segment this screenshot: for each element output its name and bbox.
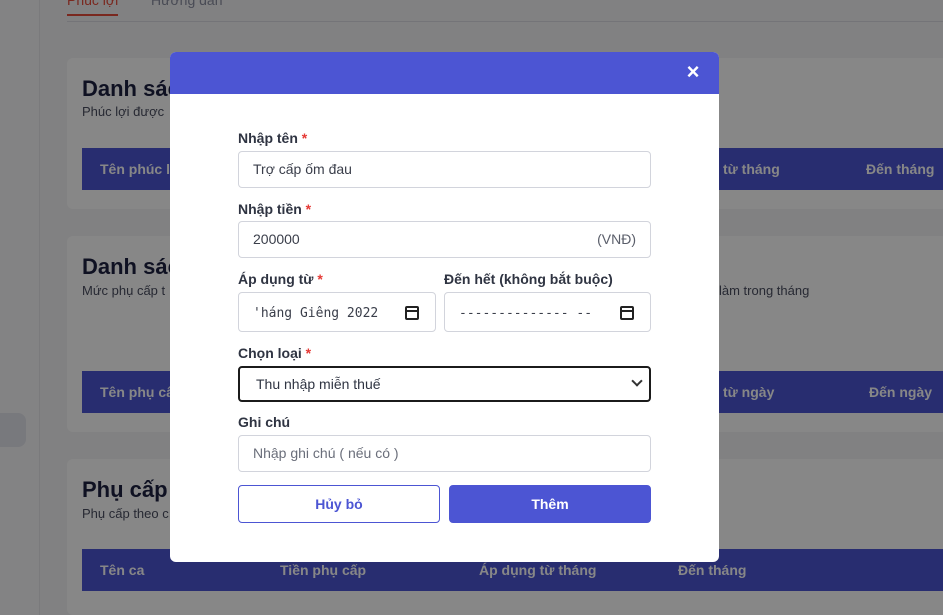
amount-input[interactable]: 200000 (VNĐ) (238, 221, 651, 258)
start-date-value: 'háng Giêng 2022 (253, 306, 379, 321)
name-label-text: Nhập tên (238, 130, 298, 146)
add-button[interactable]: Thêm (449, 485, 651, 523)
end-date-value: -------------- -- (459, 306, 593, 321)
name-label: Nhập tên * (238, 130, 307, 146)
start-date-label: Áp dụng từ * (238, 271, 323, 287)
currency-unit: (VNĐ) (597, 231, 636, 247)
close-icon[interactable]: × (681, 60, 705, 84)
start-date-label-text: Áp dụng từ (238, 271, 314, 287)
start-date-input[interactable]: 'háng Giêng 2022 (238, 292, 436, 332)
type-label: Chọn loại * (238, 345, 311, 361)
required-mark: * (305, 345, 312, 361)
type-selected-value: Thu nhập miễn thuế (256, 376, 381, 392)
amount-label-text: Nhập tiền (238, 201, 302, 217)
type-select[interactable]: Thu nhập miễn thuế (238, 366, 651, 402)
cancel-button[interactable]: Hủy bỏ (238, 485, 440, 523)
end-date-input[interactable]: -------------- -- (444, 292, 651, 332)
amount-value: 200000 (253, 231, 300, 247)
type-label-text: Chọn loại (238, 345, 302, 361)
required-mark: * (305, 201, 312, 217)
end-date-label: Đến hết (không bắt buộc) (444, 271, 613, 287)
chevron-down-icon (631, 375, 643, 387)
amount-label: Nhập tiền * (238, 201, 311, 217)
dialog-header: × (170, 52, 719, 94)
add-benefit-dialog: × Nhập tên * Trợ cấp ốm đau Nhập tiền * … (170, 52, 719, 562)
required-mark: * (301, 130, 308, 146)
note-label: Ghi chú (238, 414, 291, 430)
name-input[interactable]: Trợ cấp ốm đau (238, 151, 651, 188)
required-mark: * (317, 271, 323, 287)
note-input[interactable]: Nhập ghi chú ( nếu có ) (238, 435, 651, 472)
calendar-icon[interactable] (620, 306, 634, 320)
calendar-icon[interactable] (405, 306, 419, 320)
